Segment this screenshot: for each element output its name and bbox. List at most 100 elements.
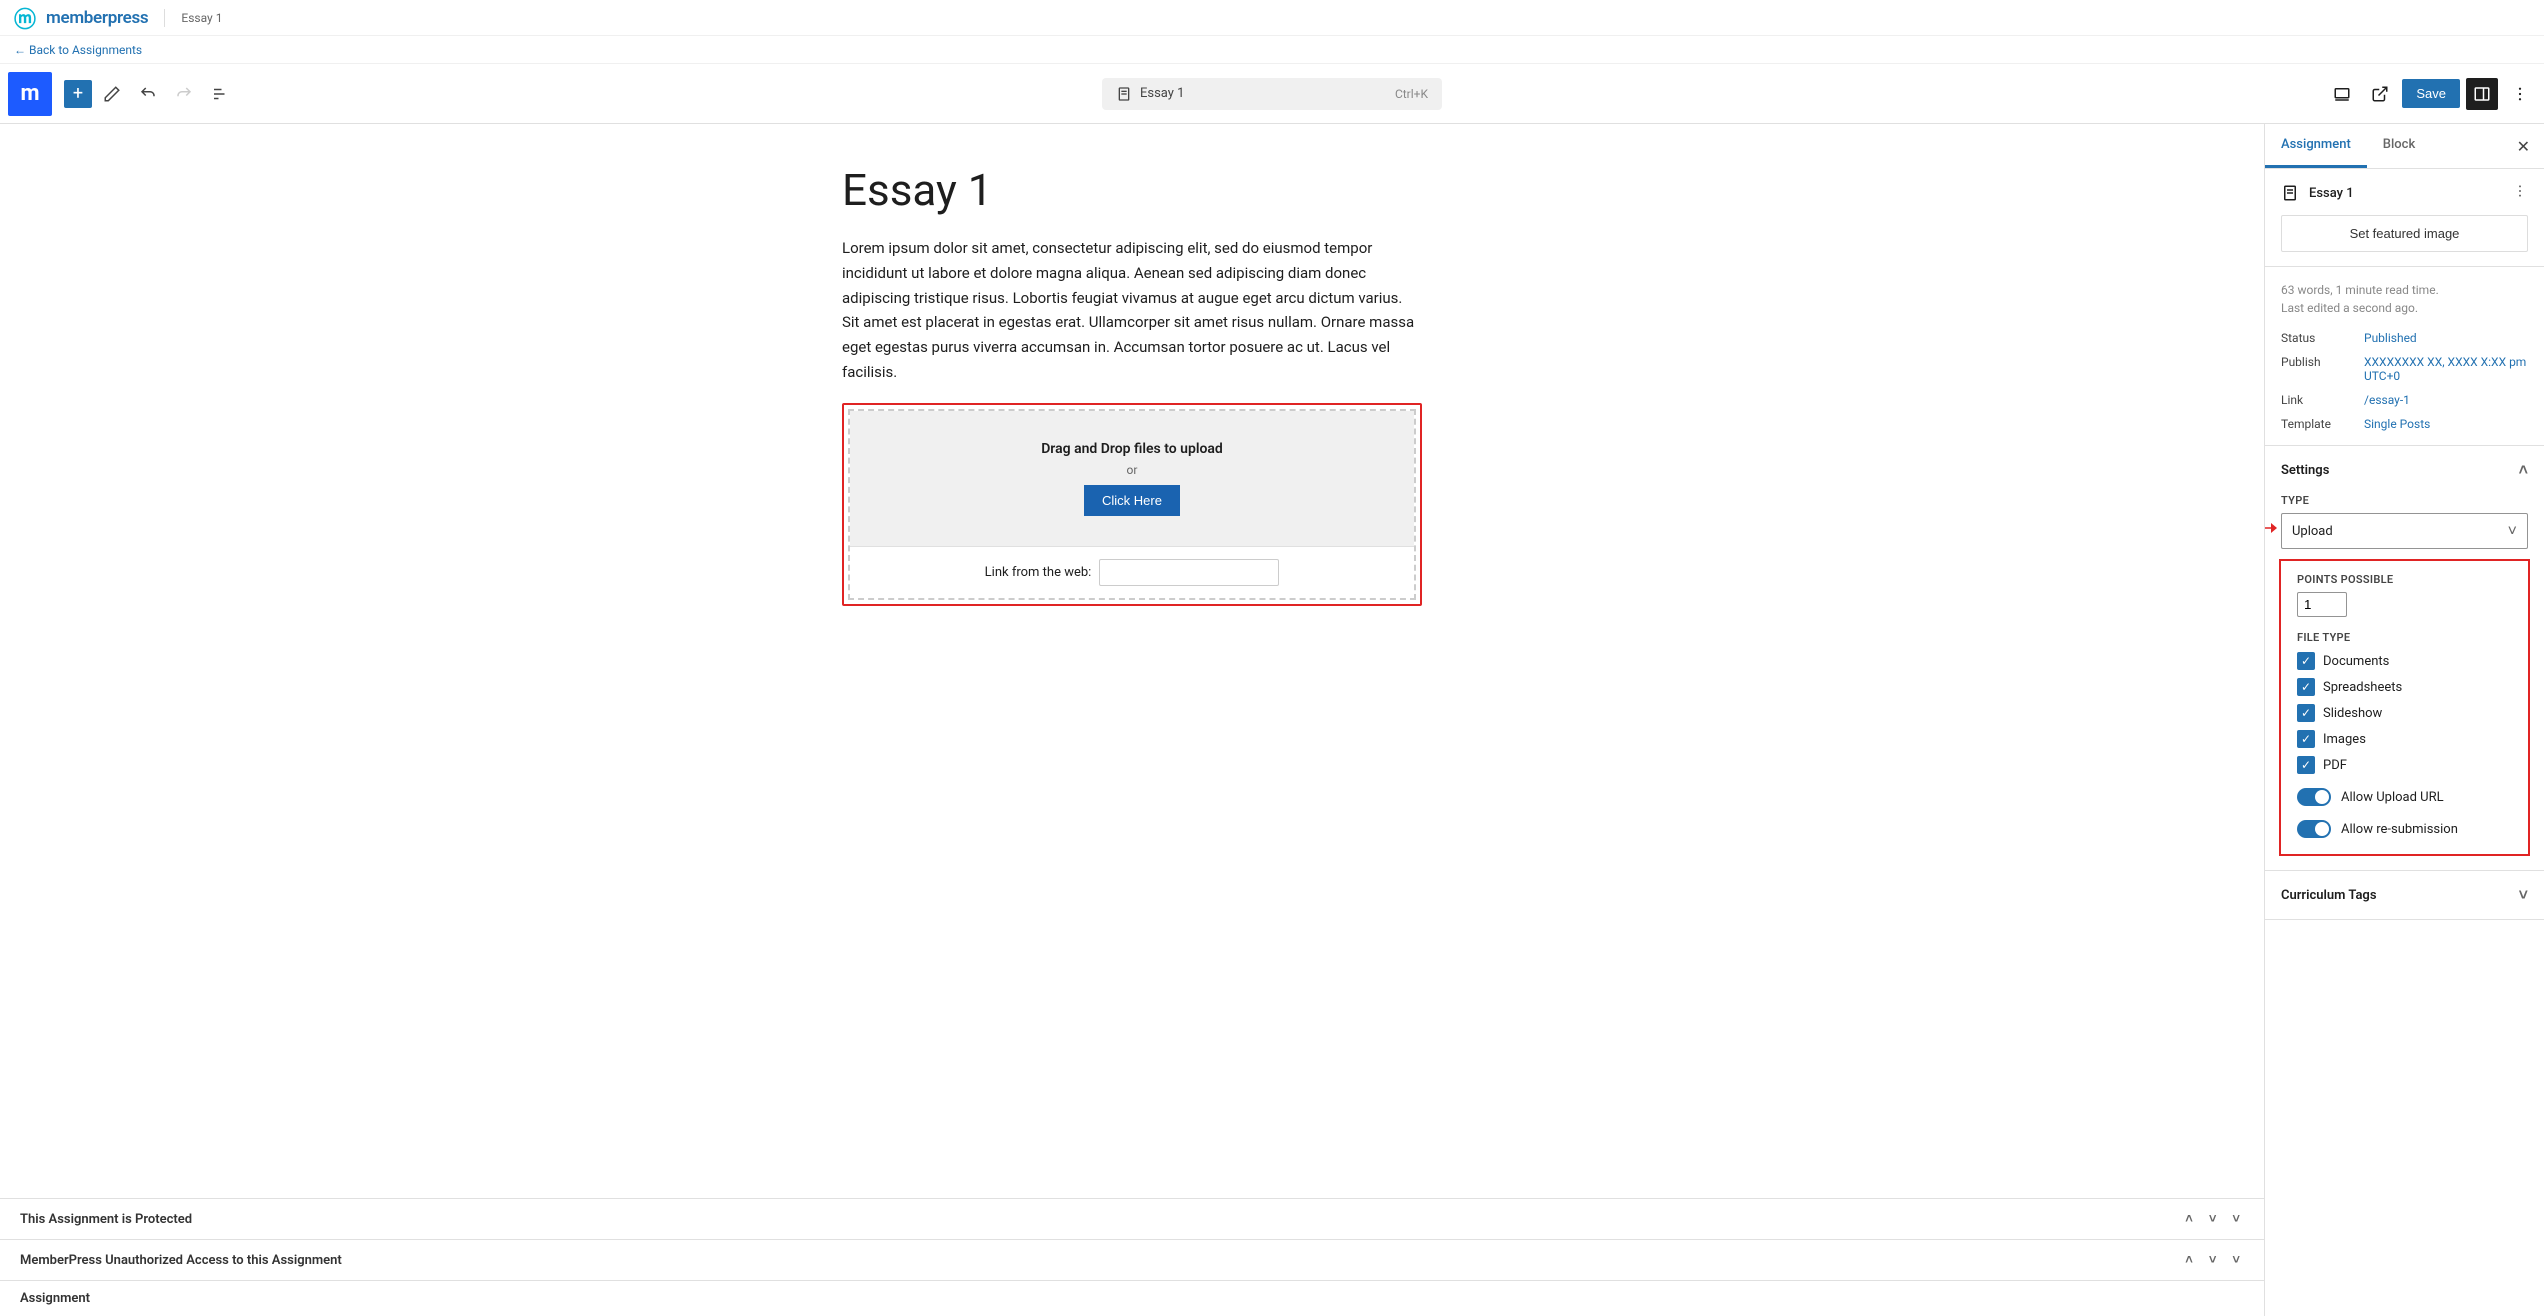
filetype-documents-label: Documents	[2323, 654, 2389, 669]
pencil-icon	[103, 85, 121, 103]
publish-label: Publish	[2281, 355, 2356, 383]
template-value[interactable]: Single Posts	[2364, 417, 2528, 431]
shortcut-hint: Ctrl+K	[1395, 87, 1428, 101]
filetype-documents[interactable]: ✓ Documents	[2297, 652, 2512, 670]
word-count: 63 words, 1 minute read time.	[2281, 281, 2528, 299]
status-value[interactable]: Published	[2364, 331, 2528, 345]
post-body[interactable]: Lorem ipsum dolor sit amet, consectetur …	[842, 236, 1422, 385]
editor-canvas[interactable]: Essay 1 Lorem ipsum dolor sit amet, cons…	[0, 124, 2264, 1198]
last-edited: Last edited a second ago.	[2281, 299, 2528, 317]
desktop-icon	[2333, 85, 2351, 103]
filetype-slideshow[interactable]: ✓ Slideshow	[2297, 704, 2512, 722]
points-label: POINTS POSSIBLE	[2297, 573, 2512, 586]
panel-unauthorized-label: MemberPress Unauthorized Access to this …	[20, 1253, 342, 1268]
checkbox-checked-icon[interactable]: ✓	[2297, 730, 2315, 748]
chevron-up-icon: ˄	[2519, 460, 2528, 480]
options-menu-button[interactable]	[2504, 78, 2536, 110]
meta-panels: This Assignment is Protected ˄ ˅ ˅ Membe…	[0, 1198, 2264, 1316]
drop-zone[interactable]: Drag and Drop files to upload or Click H…	[850, 411, 1414, 546]
panel-unauthorized[interactable]: MemberPress Unauthorized Access to this …	[0, 1240, 2264, 1281]
document-title: Essay 1	[1140, 86, 1184, 101]
page-icon	[1116, 86, 1132, 102]
add-block-button[interactable]: +	[64, 80, 92, 108]
type-value: Upload	[2292, 524, 2333, 539]
panel-up-icon[interactable]: ˄	[2181, 1250, 2197, 1270]
document-outline-button[interactable]	[204, 78, 236, 110]
filetype-pdf-label: PDF	[2323, 758, 2347, 773]
close-sidebar-button[interactable]: ✕	[2503, 137, 2544, 156]
points-input[interactable]	[2297, 592, 2347, 617]
preview-button[interactable]	[2364, 78, 2396, 110]
curriculum-tags-header[interactable]: Curriculum Tags ˅	[2281, 885, 2528, 905]
list-icon	[211, 85, 229, 103]
filetype-images-label: Images	[2323, 732, 2366, 747]
app-logo-square[interactable]: m	[8, 72, 52, 116]
back-to-assignments-link[interactable]: ← Back to Assignments	[14, 43, 142, 57]
panel-toggle-icon[interactable]: ˅	[2228, 1250, 2244, 1270]
drop-or: or	[870, 463, 1394, 477]
sidebar-icon	[2473, 85, 2491, 103]
panel-down-icon[interactable]: ˅	[2205, 1209, 2221, 1229]
panel-protected[interactable]: This Assignment is Protected ˄ ˅ ˅	[0, 1199, 2264, 1240]
redo-button[interactable]	[168, 78, 200, 110]
curriculum-tags-label: Curriculum Tags	[2281, 888, 2377, 903]
undo-icon	[139, 85, 157, 103]
drop-title: Drag and Drop files to upload	[870, 441, 1394, 457]
filetype-images[interactable]: ✓ Images	[2297, 730, 2512, 748]
panel-assignment[interactable]: Assignment	[0, 1281, 2264, 1316]
filetype-spreadsheets-label: Spreadsheets	[2323, 680, 2402, 695]
tab-assignment[interactable]: Assignment	[2265, 124, 2367, 168]
filetype-slideshow-label: Slideshow	[2323, 706, 2382, 721]
click-here-button[interactable]: Click Here	[1084, 485, 1180, 516]
allow-resubmission-label: Allow re-submission	[2341, 822, 2458, 837]
settings-panel-header[interactable]: Settings ˄	[2281, 460, 2528, 480]
editor-toolbar: m + Essay 1 Ctrl+K	[0, 64, 2544, 124]
kebab-icon	[2511, 85, 2529, 103]
memberpress-logo-icon: ⓜ	[14, 2, 36, 34]
link-url-input[interactable]	[1099, 559, 1279, 586]
filetype-pdf[interactable]: ✓ PDF	[2297, 756, 2512, 774]
filetype-label: FILE TYPE	[2297, 631, 2512, 644]
highlighted-settings-box: POINTS POSSIBLE FILE TYPE ✓ Documents ✓ …	[2279, 559, 2530, 856]
link-from-web-row: Link from the web:	[850, 546, 1414, 598]
allow-resubmission-toggle[interactable]	[2297, 820, 2331, 838]
status-label: Status	[2281, 331, 2356, 345]
type-select[interactable]: Upload ˅	[2281, 513, 2528, 549]
link-value[interactable]: /essay-1	[2364, 393, 2528, 407]
tab-block[interactable]: Block	[2367, 124, 2431, 168]
back-row: ← Back to Assignments	[0, 36, 2544, 64]
allow-upload-url-label: Allow Upload URL	[2341, 790, 2444, 805]
document-title-command[interactable]: Essay 1 Ctrl+K	[1102, 78, 1442, 110]
view-button[interactable]	[2326, 78, 2358, 110]
upload-block-selected[interactable]: Drag and Drop files to upload or Click H…	[842, 403, 1422, 606]
chevron-down-icon: ˅	[2508, 521, 2517, 541]
save-button[interactable]: Save	[2402, 79, 2460, 108]
checkbox-checked-icon[interactable]: ✓	[2297, 704, 2315, 722]
brand-name: memberpress	[46, 8, 148, 28]
settings-sidebar-toggle[interactable]	[2466, 78, 2498, 110]
settings-header-label: Settings	[2281, 463, 2329, 478]
type-label: TYPE	[2281, 494, 2528, 507]
checkbox-checked-icon[interactable]: ✓	[2297, 756, 2315, 774]
post-title[interactable]: Essay 1	[842, 164, 1422, 216]
set-featured-image-button[interactable]: Set featured image	[2281, 215, 2528, 252]
checkbox-checked-icon[interactable]: ✓	[2297, 678, 2315, 696]
divider	[164, 9, 165, 27]
panel-down-icon[interactable]: ˅	[2205, 1250, 2221, 1270]
filetype-spreadsheets[interactable]: ✓ Spreadsheets	[2297, 678, 2512, 696]
template-label: Template	[2281, 417, 2356, 431]
publish-value[interactable]: XXXXXXXX XX, XXXX X:XX pm UTC+0	[2364, 355, 2528, 383]
edit-tools-button[interactable]	[96, 78, 128, 110]
checkbox-checked-icon[interactable]: ✓	[2297, 652, 2315, 670]
panel-toggle-icon[interactable]: ˅	[2228, 1209, 2244, 1229]
settings-sidebar: Assignment Block ✕ Essay 1 Set featured …	[2264, 124, 2544, 1316]
sidebar-tabs: Assignment Block ✕	[2265, 124, 2544, 169]
allow-upload-url-toggle[interactable]	[2297, 788, 2331, 806]
annotation-arrow	[2264, 521, 2277, 535]
sidebar-doc-title: Essay 1	[2309, 186, 2354, 201]
external-link-icon	[2371, 85, 2389, 103]
breadcrumb: Essay 1	[181, 11, 222, 25]
undo-button[interactable]	[132, 78, 164, 110]
panel-up-icon[interactable]: ˄	[2181, 1209, 2197, 1229]
doc-actions-menu[interactable]	[2512, 183, 2528, 203]
